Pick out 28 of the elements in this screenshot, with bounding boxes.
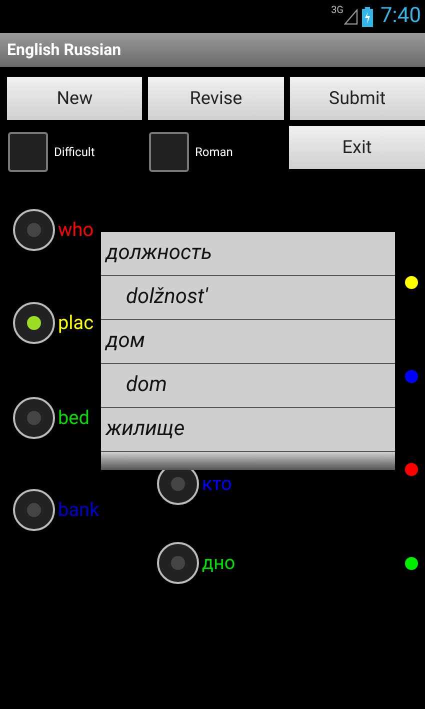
list-item[interactable]: dom: [101, 364, 395, 408]
option-label: кто: [202, 470, 232, 497]
window-title: English Russian: [7, 39, 122, 61]
radio-button[interactable]: [13, 397, 55, 439]
action-button[interactable]: Revise: [148, 77, 284, 120]
radio-button[interactable]: [13, 489, 55, 531]
radio-button[interactable]: [157, 542, 199, 584]
clock: 7:40: [380, 2, 421, 30]
action-button[interactable]: New: [7, 77, 142, 120]
option-label: plac: [58, 310, 94, 336]
exit-button[interactable]: Exit: [289, 126, 425, 169]
option-label: who: [58, 216, 94, 243]
option-label: дно: [202, 550, 236, 576]
checkbox[interactable]: [8, 132, 48, 172]
checkbox-label: Difficult: [54, 144, 95, 161]
list-item[interactable]: дом: [101, 320, 395, 364]
option-label: bed: [58, 404, 90, 431]
action-button[interactable]: Submit: [290, 77, 425, 120]
checkbox[interactable]: [149, 132, 189, 172]
radio-button[interactable]: [13, 302, 55, 344]
battery-icon: [362, 6, 372, 26]
checkbox-label: Roman: [195, 144, 233, 161]
radio-button[interactable]: [13, 209, 55, 251]
list-item[interactable]: dolžnost': [101, 276, 395, 320]
network-label: 3G: [331, 4, 344, 18]
list-item[interactable]: должность: [101, 232, 395, 276]
option-label: bank: [58, 496, 100, 523]
signal-icon: [344, 8, 358, 24]
